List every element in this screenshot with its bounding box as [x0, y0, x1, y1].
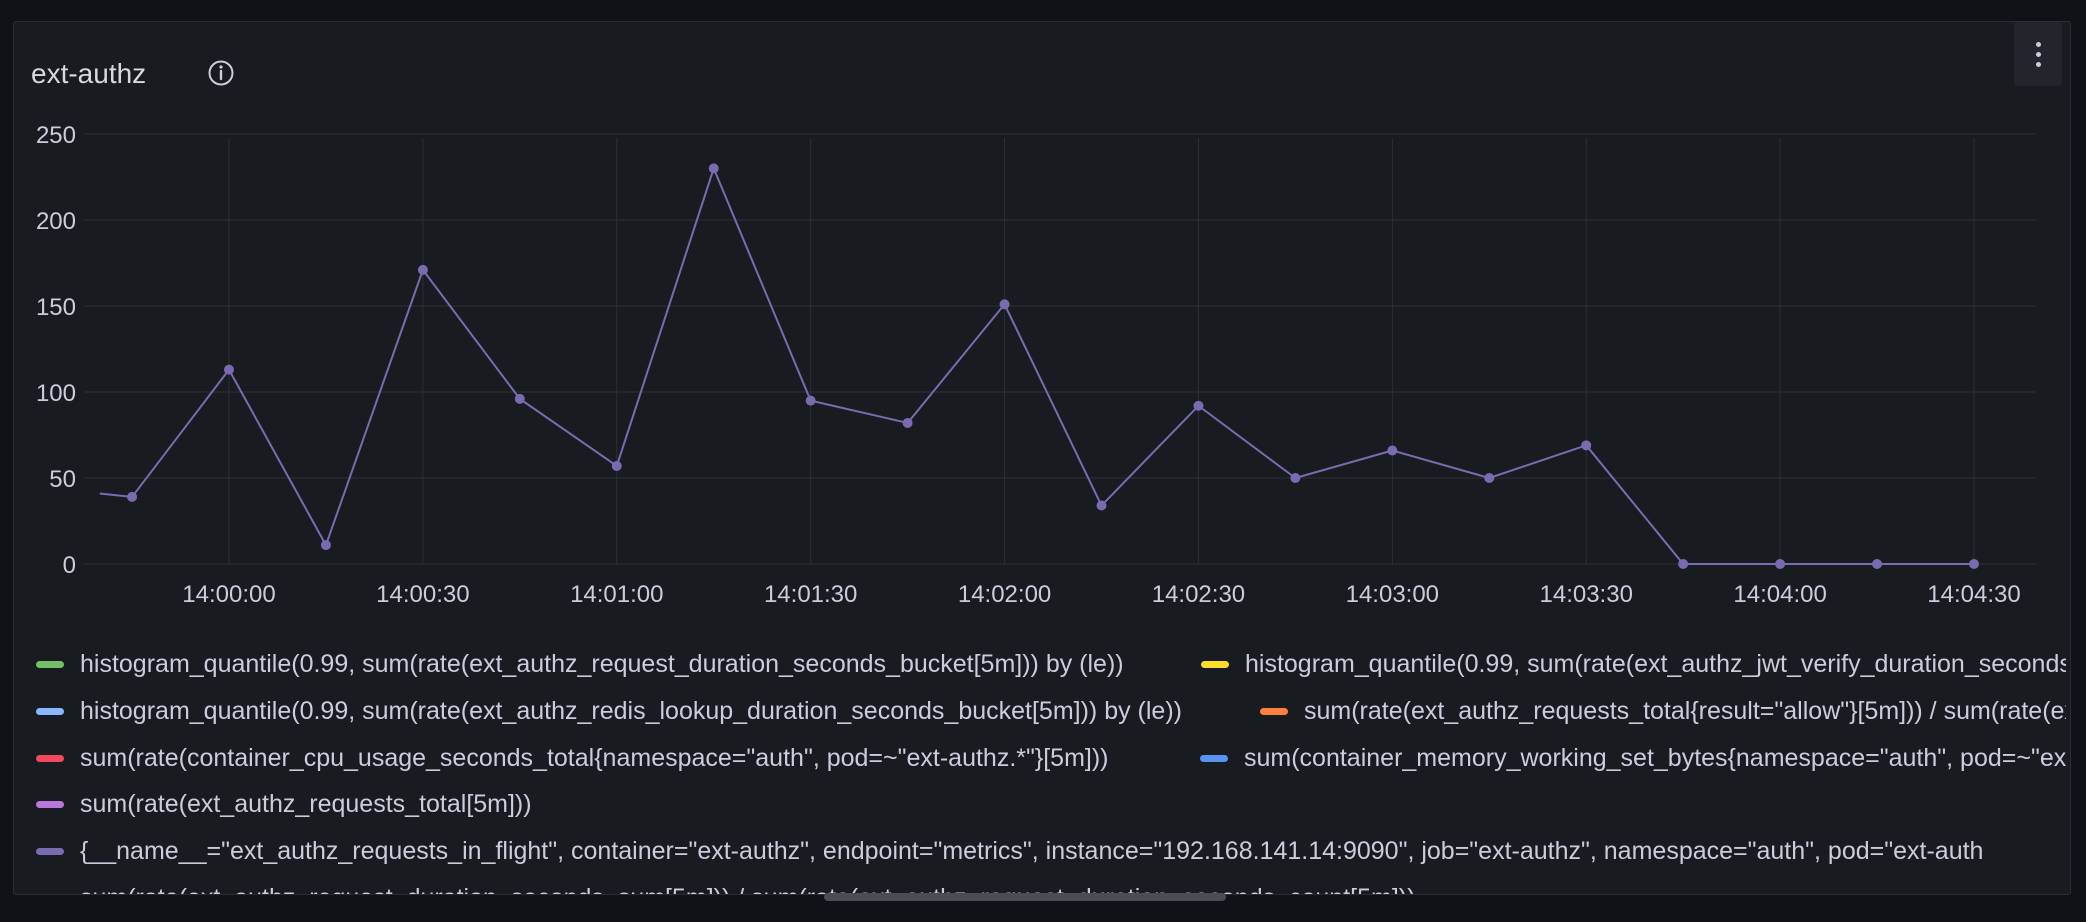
legend-swatch [36, 707, 64, 715]
x-tick-label: 14:01:30 [764, 581, 857, 608]
horizontal-scrollbar[interactable] [824, 893, 1226, 901]
legend-swatch [1200, 754, 1228, 762]
series-line [99, 167, 1974, 565]
data-point [1678, 559, 1689, 569]
legend-label: sum(rate(container_cpu_usage_seconds_tot… [80, 743, 1109, 772]
legend: histogram_quantile(0.99, sum(rate(ext_au… [36, 644, 2066, 894]
data-point [999, 299, 1010, 310]
data-point [514, 393, 525, 404]
data-point [902, 417, 913, 428]
data-point [127, 491, 138, 502]
legend-label: histogram_quantile(0.99, sum(rate(ext_au… [1245, 649, 2066, 678]
y-tick-label: 200 [36, 208, 76, 235]
legend-item[interactable]: sum(rate(container_cpu_usage_seconds_tot… [36, 738, 1109, 778]
legend-swatch [36, 660, 64, 668]
x-tick-label: 14:00:00 [182, 581, 275, 608]
legend-item[interactable]: sum(rate(ext_authz_requests_total{result… [1260, 691, 2066, 731]
panel: ext-authz 250 200 150 100 50 0 14:00:00 14:00:3… [13, 21, 2071, 895]
legend-label: {__name__="ext_authz_requests_in_flight"… [80, 836, 1984, 865]
legend-swatch [36, 800, 64, 808]
legend-item[interactable]: sum(container_memory_working_set_bytes{n… [1200, 738, 2066, 778]
legend-item[interactable]: {__name__="ext_authz_requests_in_flight"… [36, 831, 1983, 871]
legend-item[interactable]: sum(rate(ext_authz_request_duration_seco… [36, 878, 1415, 895]
y-tick-label: 150 [36, 294, 76, 321]
y-tick-label: 50 [49, 466, 76, 493]
line-chart: 250 200 150 100 50 0 14:00:00 14:00:30 14:01:00 1… [36, 122, 2036, 608]
data-point [1484, 473, 1495, 483]
data-point [417, 264, 428, 275]
x-tick-label: 14:00:30 [376, 581, 469, 608]
legend-label: sum(rate(ext_authz_requests_total[5m])) [80, 789, 532, 818]
legend-label: histogram_quantile(0.99, sum(rate(ext_au… [80, 696, 1182, 725]
legend-label: histogram_quantile(0.99, sum(rate(ext_au… [80, 649, 1124, 678]
legend-swatch [1260, 707, 1288, 715]
legend-label: sum(container_memory_working_set_bytes{n… [1244, 743, 2066, 772]
data-point [805, 395, 816, 406]
legend-item[interactable]: histogram_quantile(0.99, sum(rate(ext_au… [36, 644, 1124, 684]
data-point [1193, 400, 1204, 411]
x-tick-label: 14:03:00 [1346, 581, 1439, 608]
x-tick-label: 14:02:00 [958, 581, 1051, 608]
y-tick-label: 250 [36, 122, 76, 149]
data-point [1290, 473, 1301, 483]
data-point [1872, 559, 1883, 569]
data-point [224, 364, 234, 375]
legend-item[interactable]: histogram_quantile(0.99, sum(rate(ext_au… [36, 691, 1182, 731]
y-tick-label: 0 [63, 552, 76, 579]
legend-swatch [36, 847, 64, 855]
x-tick-label: 14:04:00 [1733, 581, 1826, 608]
y-tick-label: 100 [36, 380, 76, 407]
data-point [611, 460, 622, 471]
data-point [320, 540, 331, 551]
legend-label: sum(rate(ext_authz_requests_total{result… [1304, 696, 2066, 725]
legend-swatch [36, 754, 64, 762]
data-point [1969, 559, 1979, 569]
x-tick-label: 14:02:30 [1152, 581, 1245, 608]
legend-item[interactable]: histogram_quantile(0.99, sum(rate(ext_au… [1201, 644, 2066, 684]
legend-item[interactable]: sum(rate(ext_authz_requests_total[5m])) [36, 784, 532, 824]
data-point [1387, 445, 1398, 456]
legend-swatch [1201, 660, 1229, 668]
x-tick-label: 14:03:30 [1540, 581, 1633, 608]
x-tick-label: 14:04:30 [1927, 581, 2020, 608]
x-tick-label: 14:01:00 [570, 581, 663, 608]
data-point [1775, 559, 1786, 569]
data-point [1581, 440, 1592, 451]
data-point [1096, 500, 1107, 511]
data-point [708, 163, 719, 174]
